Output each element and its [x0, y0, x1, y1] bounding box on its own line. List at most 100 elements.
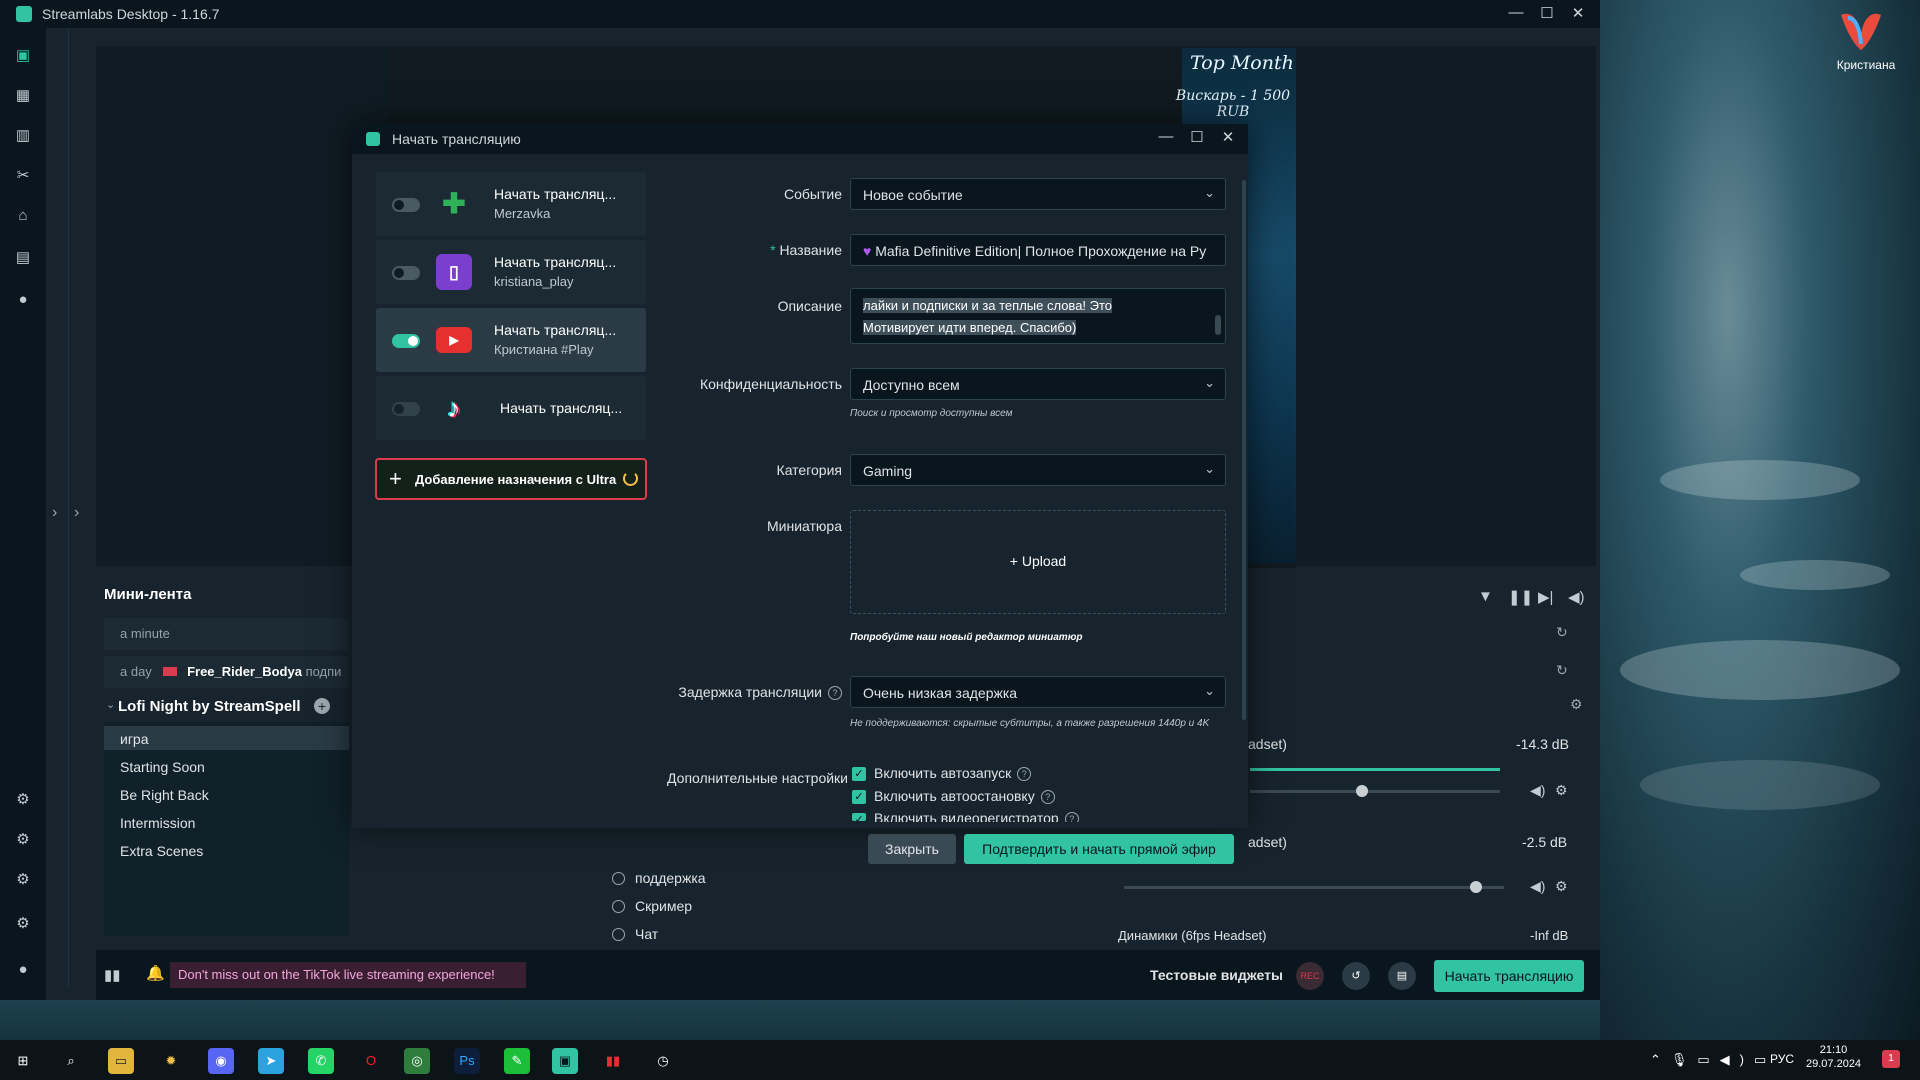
description-scrollbar[interactable] — [1215, 315, 1221, 335]
profile-icon[interactable]: ● — [13, 960, 33, 980]
scene-item[interactable]: Extra Scenes — [104, 838, 349, 862]
speaker-icon[interactable]: ◀) — [1530, 782, 1545, 799]
volume-knob[interactable] — [1470, 881, 1482, 893]
source-item[interactable]: поддержка — [612, 870, 706, 886]
destination-twitch[interactable]: ▯ Начать трансляц... kristiana_play — [376, 240, 646, 304]
streamlabs-taskbar-icon[interactable]: ▣ — [552, 1048, 578, 1074]
scene-item[interactable]: Intermission — [104, 810, 349, 834]
filter-icon[interactable]: ▼ — [1478, 588, 1493, 605]
start-stream-button[interactable]: Начать трансляцию — [1434, 960, 1584, 992]
scene-item[interactable]: игра — [104, 726, 349, 750]
maximize-icon[interactable]: ☐ — [1537, 4, 1557, 22]
title-input[interactable]: ♥ Mafia Definitive Edition| Полное Прохо… — [850, 234, 1226, 266]
app-sun-icon[interactable]: ✹ — [158, 1048, 184, 1074]
refresh-icon[interactable]: ↻ — [1556, 624, 1568, 641]
destination-toggle[interactable] — [392, 402, 420, 416]
windows-start-icon[interactable]: ⊞ — [10, 1048, 36, 1074]
autostop-checkbox[interactable]: ✓ — [852, 790, 866, 804]
channel-settings-icon[interactable]: ⚙ — [1555, 878, 1568, 895]
channel-settings-icon[interactable]: ⚙ — [1555, 782, 1568, 799]
pause-icon[interactable]: ❚❚ — [1508, 588, 1533, 606]
plugin2-icon[interactable]: ⚙ — [13, 870, 33, 890]
collapse-icon[interactable]: ⌄ — [106, 698, 115, 711]
dialog-scrollbar[interactable] — [1242, 180, 1246, 720]
confirm-go-live-button[interactable]: Подтвердить и начать прямой эфир — [964, 834, 1234, 864]
apps-icon[interactable]: ⚙ — [13, 790, 33, 810]
add-destination-button[interactable]: + Добавление назначения с Ultra — [375, 458, 647, 500]
thumbnail-upload[interactable]: + Upload — [850, 510, 1226, 614]
settings-icon[interactable]: ⚙ — [13, 914, 33, 934]
destination-toggle[interactable] — [392, 334, 420, 348]
opera-icon[interactable]: O — [358, 1048, 384, 1074]
volume-knob[interactable] — [1356, 785, 1368, 797]
thumbnail-editor-link[interactable]: Попробуйте наш новый редактор миниатюр — [850, 632, 1082, 643]
plugin-icon[interactable]: ⚙ — [13, 830, 33, 850]
library-icon[interactable]: ▥ — [13, 126, 33, 146]
chevron-down-icon: ⌄ — [1204, 683, 1215, 698]
speaker-icon[interactable]: ◀) — [1530, 878, 1545, 895]
discord-icon[interactable]: ◉ — [208, 1048, 234, 1074]
whatsapp-icon[interactable]: ✆ — [308, 1048, 334, 1074]
notification-center-icon[interactable]: 1 — [1882, 1050, 1900, 1068]
destination-trovo[interactable]: ✚ Начать трансляц... Merzavka — [376, 172, 646, 236]
destination-youtube[interactable]: ▶ Начать трансляц... Кристиана #Play — [376, 308, 646, 372]
close-icon[interactable]: ✕ — [1568, 4, 1588, 22]
tools-icon[interactable]: ✂ — [13, 166, 33, 186]
language-indicator[interactable]: РУС — [1770, 1052, 1794, 1066]
scene-item[interactable]: Starting Soon — [104, 754, 349, 778]
skip-icon[interactable]: ▶| — [1538, 588, 1553, 606]
mixer-settings-icon[interactable]: ⚙ — [1570, 696, 1583, 713]
scene-collection-title[interactable]: Lofi Night by StreamSpell — [118, 698, 301, 715]
close-button[interactable]: Закрыть — [868, 834, 956, 864]
desktop-app-icon[interactable] — [1836, 10, 1886, 52]
description-textarea[interactable]: лайки и подписки и за теплые слова! Это … — [850, 288, 1226, 344]
minimize-icon[interactable]: — — [1506, 4, 1526, 21]
app-green-icon[interactable]: ✎ — [504, 1048, 530, 1074]
volume-slider[interactable] — [1124, 886, 1504, 889]
source-item[interactable]: Чат — [612, 926, 658, 942]
clock[interactable]: 21:10 29.07.2024 — [1806, 1043, 1861, 1071]
destination-tiktok[interactable]: ♪ Начать трансляц... — [376, 376, 646, 440]
add-scene-icon[interactable]: + — [314, 698, 330, 714]
system-tray[interactable]: ⌃🎙▭◀)▭ — [1650, 1052, 1776, 1068]
layout-icon[interactable]: ▦ — [13, 86, 33, 106]
chrome-icon[interactable]: ◎ — [404, 1048, 430, 1074]
app-clock-icon[interactable]: ◷ — [650, 1048, 676, 1074]
telegram-icon[interactable]: ➤ — [258, 1048, 284, 1074]
editor-icon[interactable]: ▣ — [13, 46, 33, 66]
autostart-checkbox[interactable]: ✓ — [852, 767, 866, 781]
chevron-right-icon[interactable]: › — [74, 504, 79, 522]
scene-item[interactable]: Be Right Back — [104, 782, 349, 806]
notification-icon[interactable]: 🔔 — [146, 964, 165, 982]
photoshop-icon[interactable]: Ps — [454, 1048, 480, 1074]
category-select[interactable]: Gaming ⌄ — [850, 454, 1226, 486]
stats-icon[interactable]: ▮▮ — [104, 966, 121, 984]
store-icon[interactable]: ⌂ — [13, 206, 33, 226]
dialog-close-icon[interactable]: ✕ — [1218, 128, 1238, 146]
schedule-icon[interactable]: ▤ — [1388, 962, 1416, 990]
replay-icon[interactable]: ↺ — [1342, 962, 1370, 990]
chevron-left-icon[interactable]: › — [52, 504, 57, 522]
file-explorer-icon[interactable]: ▭ — [108, 1048, 134, 1074]
latency-label: Задержка трансляции? — [678, 684, 842, 700]
latency-select[interactable]: Очень низкая задержка ⌄ — [850, 676, 1226, 708]
rec-button[interactable]: REC — [1296, 962, 1324, 990]
record-icon[interactable]: ● — [13, 290, 33, 310]
tiktok-banner[interactable]: Don't miss out on the TikTok live stream… — [170, 962, 526, 988]
dialog-minimize-icon[interactable]: — — [1156, 128, 1176, 145]
plus-icon: + — [389, 466, 402, 491]
event-select[interactable]: Новое событие ⌄ — [850, 178, 1226, 210]
app-red-icon[interactable]: ▮▮ — [600, 1048, 626, 1074]
privacy-select[interactable]: Доступно всем ⌄ — [850, 368, 1226, 400]
media-icon[interactable]: ▤ — [13, 248, 33, 268]
destination-toggle[interactable] — [392, 198, 420, 212]
volume-slider[interactable] — [1250, 790, 1500, 793]
refresh-icon[interactable]: ↻ — [1556, 662, 1568, 679]
volume-icon[interactable]: ◀) — [1568, 588, 1585, 606]
destination-toggle[interactable] — [392, 266, 420, 280]
dialog-maximize-icon[interactable]: ☐ — [1187, 128, 1207, 146]
test-widgets-button[interactable]: Тестовые виджеты — [1150, 967, 1283, 983]
source-item[interactable]: Скример — [612, 898, 692, 914]
search-icon[interactable]: ⌕ — [58, 1048, 84, 1074]
dvr-checkbox[interactable]: ✓ — [852, 813, 866, 821]
